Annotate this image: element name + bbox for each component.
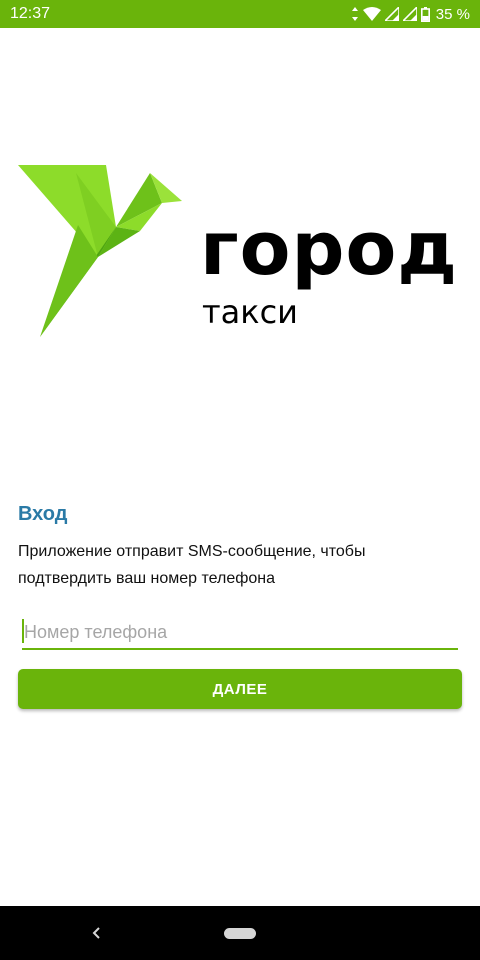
brand-name: город bbox=[200, 206, 459, 292]
data-arrows-icon bbox=[351, 7, 359, 21]
status-time: 12:37 bbox=[10, 5, 51, 22]
phone-field[interactable] bbox=[22, 616, 458, 650]
next-button[interactable]: ДАЛЕЕ bbox=[18, 669, 462, 709]
brand-subtitle: такси bbox=[202, 293, 298, 331]
navigation-bar bbox=[0, 906, 480, 960]
login-description: Приложение отправит SMS-сообщение, чтобы… bbox=[18, 543, 366, 587]
signal-icon bbox=[402, 7, 417, 21]
wifi-icon bbox=[362, 7, 381, 21]
battery-percent: 35 % bbox=[435, 5, 470, 23]
signal-icon bbox=[384, 7, 399, 21]
home-pill-icon[interactable] bbox=[224, 928, 256, 939]
phone-input[interactable] bbox=[22, 616, 458, 648]
status-icons: 35 % bbox=[351, 6, 470, 23]
origami-bird-logo bbox=[16, 165, 186, 340]
login-title: Вход bbox=[18, 503, 68, 525]
status-bar: 12:37 35 % bbox=[0, 0, 480, 28]
back-chevron-icon[interactable] bbox=[88, 924, 106, 942]
battery-icon bbox=[420, 6, 430, 22]
